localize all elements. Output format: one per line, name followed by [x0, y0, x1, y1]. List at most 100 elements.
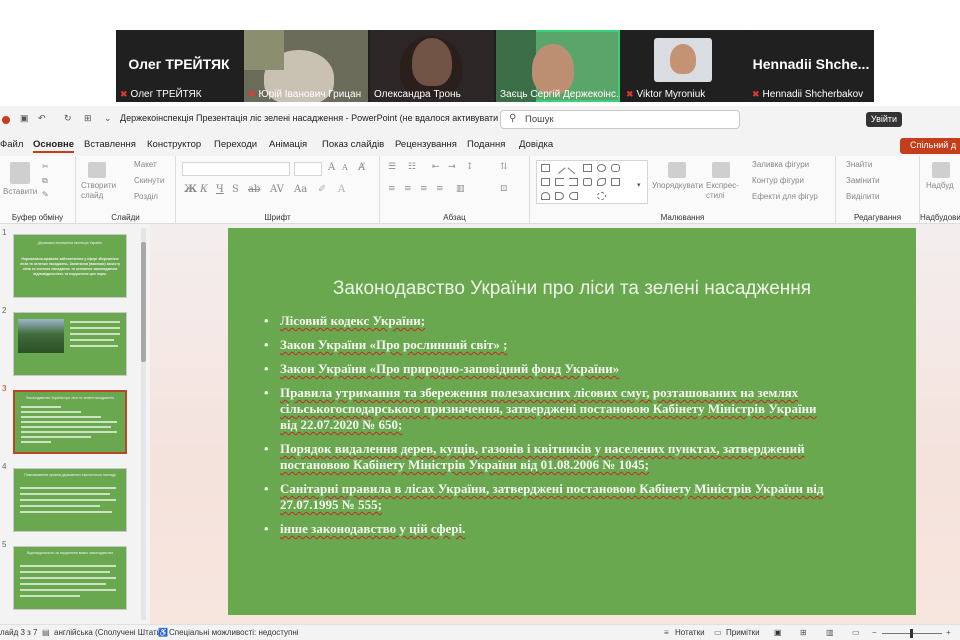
- current-slide[interactable]: Законодавство України про ліси та зелені…: [228, 228, 916, 615]
- align-left-icon[interactable]: ≡: [388, 184, 396, 194]
- change-case-icon[interactable]: Aa: [294, 184, 307, 195]
- cut-icon[interactable]: ✂: [42, 162, 49, 171]
- columns-icon[interactable]: ▥: [456, 184, 465, 194]
- elbow-shape-icon[interactable]: [569, 178, 578, 186]
- save-icon[interactable]: ▣: [20, 113, 29, 124]
- slide-thumbnail-5[interactable]: Відповідальність за порушення вимог зако…: [13, 546, 127, 610]
- new-slide-label[interactable]: Створити слайд: [81, 181, 121, 201]
- select-button[interactable]: Виділити: [846, 192, 880, 201]
- participant-tile-4-active-speaker[interactable]: Заєць Сергій Держекоінс...: [496, 30, 620, 102]
- brace-shape-icon[interactable]: [555, 192, 564, 200]
- line-spacing-icon[interactable]: ↕: [466, 162, 474, 172]
- thumbnails-scrollbar[interactable]: [141, 228, 146, 620]
- tab-home[interactable]: Основне: [33, 139, 75, 153]
- paste-label[interactable]: Вставити: [3, 187, 37, 196]
- shape-effects-button[interactable]: Ефекти для фігур: [752, 192, 818, 201]
- rounded-rect-shape-icon[interactable]: [611, 164, 620, 172]
- notes-button[interactable]: Нотатки: [675, 628, 705, 637]
- spellcheck-icon[interactable]: ▤: [42, 628, 50, 637]
- new-slide-icon[interactable]: [88, 162, 106, 178]
- participant-tile-2[interactable]: ✖ Юрій Іванович Грицан: [244, 30, 368, 102]
- tab-file[interactable]: Файл: [0, 139, 23, 150]
- gallery-more-icon[interactable]: ▾: [637, 181, 646, 189]
- highlight-icon[interactable]: ✐: [318, 184, 326, 195]
- flowchart-shape-icon[interactable]: [583, 178, 592, 186]
- slideshow-view-icon[interactable]: ▭: [852, 628, 860, 637]
- reset-button[interactable]: Скинути: [134, 176, 164, 185]
- font-color-icon[interactable]: A: [338, 184, 345, 195]
- zoom-slider-knob[interactable]: [910, 629, 913, 638]
- shapes-gallery[interactable]: ▾: [536, 160, 648, 204]
- connector-shape-icon[interactable]: [555, 178, 564, 186]
- rectangle-shape-icon[interactable]: [541, 164, 550, 172]
- slide-bullet-list[interactable]: Лісовий кодекс України; Закон України «П…: [264, 313, 824, 545]
- section-button[interactable]: Розділ: [134, 192, 158, 201]
- addins-icon[interactable]: [932, 162, 950, 178]
- clear-formatting-icon[interactable]: Ⱥ: [358, 162, 365, 173]
- star5-shape-icon[interactable]: [597, 192, 606, 200]
- spacing-icon[interactable]: AV: [270, 184, 284, 195]
- redo-icon[interactable]: ↻: [64, 113, 72, 124]
- notes-icon[interactable]: ≡: [664, 628, 669, 637]
- decrease-indent-icon[interactable]: ⇤: [432, 162, 440, 172]
- triangle-shape-icon[interactable]: [541, 178, 550, 186]
- language-status[interactable]: англійська (Сполучені Штати): [54, 628, 164, 637]
- arrange-label[interactable]: Упорядкувати: [652, 181, 703, 190]
- scrollbar-thumb[interactable]: [141, 242, 146, 362]
- tab-transitions[interactable]: Переходи: [214, 139, 257, 150]
- arrange-icon[interactable]: [668, 162, 686, 178]
- participant-tile-6[interactable]: Hennadii Shche... ✖ Hennadii Shcherbakov: [748, 30, 874, 102]
- present-icon[interactable]: ⊞: [84, 113, 92, 124]
- align-right-icon[interactable]: ≡: [420, 184, 428, 194]
- font-name-input[interactable]: [182, 162, 290, 176]
- numbering-icon[interactable]: ☷: [408, 162, 416, 172]
- strikethrough-icon[interactable]: ab: [248, 184, 260, 195]
- search-box[interactable]: ⚲ Пошук: [500, 110, 740, 129]
- text-direction-icon[interactable]: ⇅: [500, 162, 508, 172]
- tab-design[interactable]: Конструктор: [147, 139, 201, 150]
- tab-help[interactable]: Довідка: [519, 139, 553, 150]
- curly-brace-icon[interactable]: [583, 192, 592, 200]
- shadow-icon[interactable]: S: [232, 184, 239, 195]
- increase-font-icon[interactable]: A: [328, 162, 335, 173]
- line-shape-icon[interactable]: [553, 162, 566, 174]
- sign-in-button[interactable]: Увійти: [866, 112, 902, 127]
- shape-outline-button[interactable]: Контур фігури: [752, 176, 804, 185]
- addins-button[interactable]: Надбуд: [926, 181, 954, 190]
- slide-thumbnail-3-selected[interactable]: Законодавство України про ліси та зелені…: [13, 390, 127, 454]
- share-button[interactable]: Спільний д: [900, 138, 960, 154]
- participant-tile-3[interactable]: Олександра Тронь: [370, 30, 494, 102]
- slide-thumbnail-2[interactable]: [13, 312, 127, 376]
- copy-icon[interactable]: ⧉: [42, 176, 48, 186]
- leaf-shape-icon[interactable]: [597, 178, 606, 186]
- undo-icon[interactable]: ↶: [38, 113, 46, 124]
- align-center-icon[interactable]: ≡: [404, 184, 412, 194]
- tab-animations[interactable]: Анімація: [269, 139, 307, 150]
- decrease-font-icon[interactable]: A: [342, 163, 348, 172]
- shape-fill-button[interactable]: Заливка фігури: [752, 160, 809, 169]
- comments-icon[interactable]: ▭: [714, 628, 722, 637]
- oval-shape-icon[interactable]: [597, 164, 606, 172]
- slide-thumbnail-1[interactable]: Державна екологічна інспекція України Но…: [13, 234, 127, 298]
- customize-qat-icon[interactable]: ⌄: [104, 113, 112, 124]
- accessibility-icon[interactable]: ♿: [158, 628, 168, 637]
- comments-button[interactable]: Примітки: [726, 628, 760, 637]
- slide-thumbnail-4[interactable]: Повноваження органів державного екологіч…: [13, 468, 127, 532]
- smartart-icon[interactable]: ⊡: [500, 184, 508, 194]
- font-size-input[interactable]: [294, 162, 322, 176]
- zoom-out-icon[interactable]: −: [872, 628, 877, 637]
- underline-icon[interactable]: Ч: [216, 184, 224, 195]
- tab-slide-show[interactable]: Показ слайдів: [322, 139, 384, 150]
- increase-indent-icon[interactable]: ⇥: [448, 162, 456, 172]
- justify-icon[interactable]: ≡: [436, 184, 444, 194]
- bold-icon[interactable]: Ж: [184, 184, 197, 195]
- tab-review[interactable]: Рецензування: [395, 139, 457, 150]
- italic-icon[interactable]: К: [200, 184, 208, 195]
- normal-view-icon[interactable]: ▣: [774, 628, 782, 637]
- format-painter-icon[interactable]: ✎: [42, 190, 49, 199]
- replace-button[interactable]: Замінити: [846, 176, 880, 185]
- slide-sorter-icon[interactable]: ⊞: [800, 628, 807, 637]
- square-shape-icon[interactable]: [583, 164, 592, 172]
- arrow-shape-icon[interactable]: [567, 162, 580, 174]
- slide-title[interactable]: Законодавство України про ліси та зелені…: [228, 278, 916, 300]
